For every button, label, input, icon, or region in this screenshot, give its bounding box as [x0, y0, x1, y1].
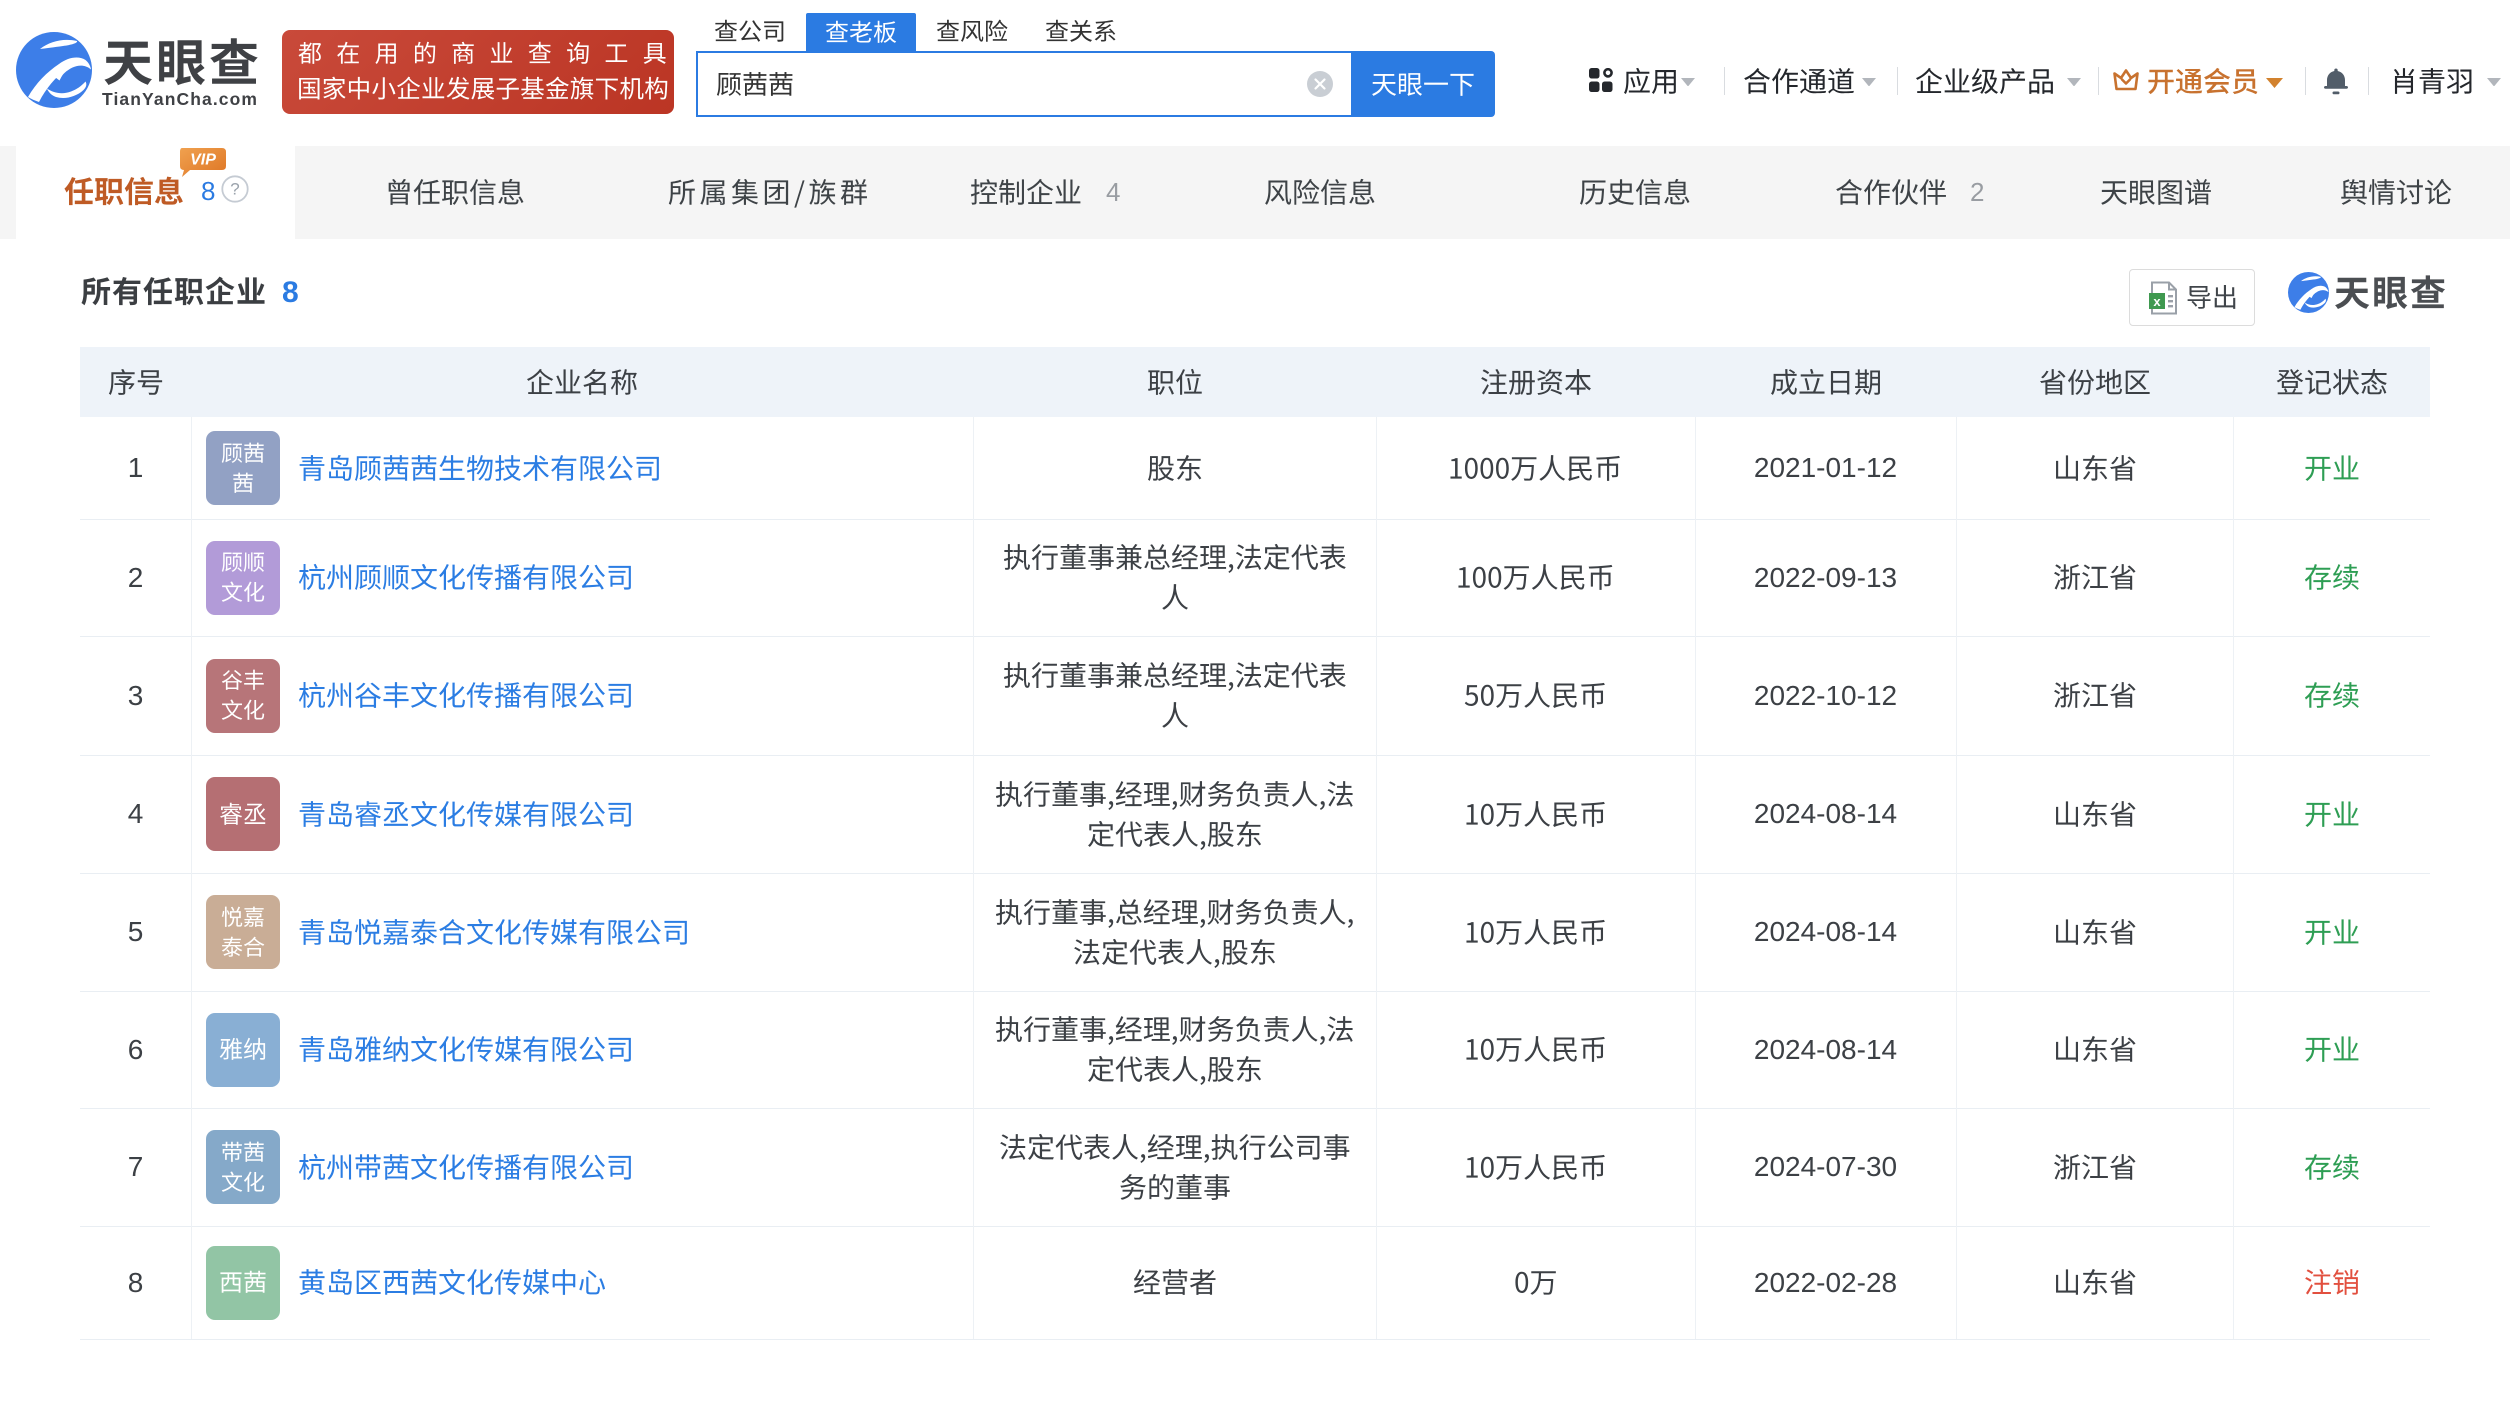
svg-text:?: ? — [230, 180, 239, 199]
svg-text:VIP: VIP — [190, 152, 216, 169]
svg-text:x: x — [2153, 294, 2161, 309]
